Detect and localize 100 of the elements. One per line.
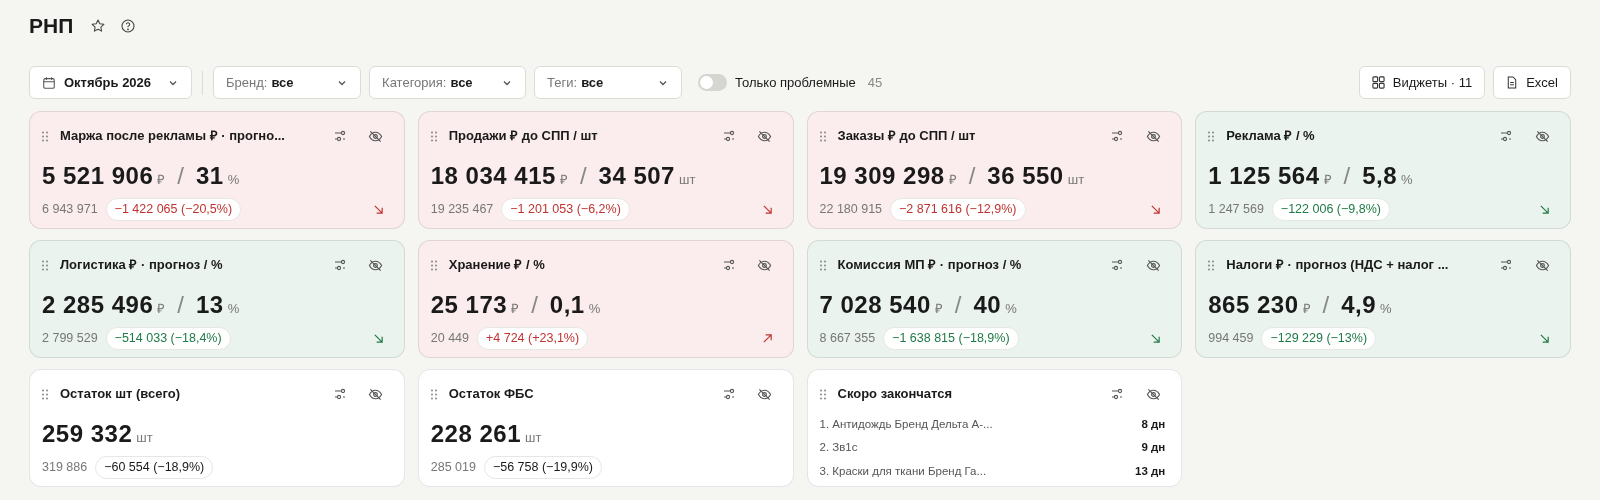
metric-unit: шт bbox=[525, 429, 542, 447]
widget-title: Остаток ФБС bbox=[448, 385, 535, 404]
hide-eye-icon[interactable] bbox=[1145, 128, 1162, 144]
settings-sliders-icon[interactable] bbox=[1498, 128, 1514, 144]
metric-unit: ₽ bbox=[559, 171, 568, 189]
days-left: 9 дн bbox=[1141, 440, 1166, 456]
days-left: 8 дн bbox=[1141, 417, 1166, 432]
help-icon[interactable] bbox=[119, 17, 138, 35]
drag-handle-icon[interactable] bbox=[1208, 259, 1215, 271]
separator-slash: / bbox=[954, 290, 962, 320]
hide-eye-icon[interactable] bbox=[367, 257, 384, 273]
filter-dropdown[interactable]: Категория: все bbox=[369, 66, 527, 99]
metric-unit: шт bbox=[1067, 171, 1085, 189]
widget-title: Остаток шт (всего) bbox=[60, 385, 181, 404]
metric-value: 1 125 564 bbox=[1208, 161, 1320, 191]
widget-title: Скоро закончатся bbox=[837, 385, 954, 404]
metric-unit: ₽ bbox=[934, 300, 943, 318]
hide-eye-icon[interactable] bbox=[756, 128, 773, 144]
hide-eye-icon[interactable] bbox=[756, 257, 773, 273]
metric-value: 19 309 298 bbox=[819, 161, 945, 191]
metric-value: 18 034 415 bbox=[430, 161, 556, 191]
metric-unit: % bbox=[227, 300, 240, 318]
metric-value: 25 173 bbox=[430, 290, 508, 320]
arrow-up-right-icon bbox=[761, 332, 773, 344]
drag-handle-icon[interactable] bbox=[430, 130, 437, 142]
metric-value: 31 bbox=[195, 161, 224, 191]
metric-value: 0,1 bbox=[549, 290, 585, 320]
drag-handle-icon[interactable] bbox=[42, 259, 48, 271]
metric-value: 5 521 906 bbox=[42, 161, 154, 191]
period-dropdown[interactable]: Октябрь 2026 bbox=[29, 66, 193, 99]
metric-value: 2 285 496 bbox=[42, 290, 154, 320]
widget-title: Реклама ₽ / % bbox=[1226, 127, 1316, 146]
metric-value: 7 028 540 bbox=[819, 290, 931, 320]
drag-handle-icon[interactable] bbox=[42, 130, 48, 142]
drag-handle-icon[interactable] bbox=[430, 388, 437, 400]
filter-dropdown[interactable]: Бренд: все bbox=[213, 66, 362, 99]
metric-unit: ₽ bbox=[157, 171, 166, 189]
drag-handle-icon[interactable] bbox=[430, 259, 437, 271]
arrow-down-right-icon bbox=[1150, 332, 1162, 344]
metric-value: 865 230 bbox=[1208, 290, 1299, 320]
drag-handle-icon[interactable] bbox=[819, 130, 826, 142]
hide-eye-icon[interactable] bbox=[1145, 257, 1162, 273]
previous-value: 6 943 971 bbox=[42, 201, 98, 218]
arrow-down-right-icon bbox=[1539, 203, 1550, 215]
previous-value: 22 180 915 bbox=[819, 201, 883, 218]
filter-dropdown[interactable]: Теги: все bbox=[534, 66, 683, 99]
drag-handle-icon[interactable] bbox=[819, 388, 826, 400]
delta-badge: −56 758 (−19,9%) bbox=[483, 456, 602, 479]
hide-eye-icon[interactable] bbox=[367, 128, 384, 144]
hide-eye-icon[interactable] bbox=[756, 386, 773, 402]
grid-icon bbox=[1371, 76, 1385, 89]
delta-badge: −1 201 053 (−6,2%) bbox=[501, 198, 630, 221]
document-icon bbox=[1506, 76, 1519, 89]
page-title: РНП bbox=[29, 13, 74, 40]
metric-unit: ₽ bbox=[1302, 300, 1311, 318]
delta-badge: −514 033 (−18,4%) bbox=[105, 327, 231, 350]
hide-eye-icon[interactable] bbox=[1534, 257, 1550, 273]
drag-handle-icon[interactable] bbox=[819, 259, 826, 271]
hide-eye-icon[interactable] bbox=[1145, 386, 1162, 402]
toggle-switch[interactable] bbox=[698, 74, 728, 91]
metric-unit: % bbox=[1401, 171, 1413, 189]
widget-title: Маржа после рекламы ₽ · прогно... bbox=[60, 127, 286, 146]
widget-title: Комиссия МП ₽ · прогноз / % bbox=[837, 256, 1023, 275]
widget-title: Хранение ₽ / % bbox=[448, 256, 546, 275]
hide-eye-icon[interactable] bbox=[1534, 128, 1550, 144]
product-name: 3. Краски для ткани Бренд Га... bbox=[819, 463, 987, 479]
previous-value: 19 235 467 bbox=[430, 201, 494, 218]
metric-unit: % bbox=[1005, 300, 1017, 318]
metric-value: 40 bbox=[973, 290, 1002, 320]
widget-title: Продажи ₽ до СПП / шт bbox=[448, 127, 599, 146]
previous-value: 8 667 355 bbox=[819, 330, 876, 347]
metric-value: 5,8 bbox=[1362, 161, 1398, 191]
drag-handle-icon[interactable] bbox=[42, 388, 48, 400]
separator-slash: / bbox=[531, 290, 538, 320]
settings-sliders-icon[interactable] bbox=[1498, 257, 1514, 273]
metric-value: 259 332 bbox=[42, 419, 133, 449]
metric-value: 13 bbox=[195, 290, 224, 320]
separator-slash: / bbox=[1343, 161, 1351, 191]
previous-value: 285 019 bbox=[430, 459, 476, 476]
separator-slash: / bbox=[968, 161, 976, 191]
drag-handle-icon[interactable] bbox=[1208, 130, 1215, 142]
metric-unit: % bbox=[588, 300, 601, 318]
arrow-down-right-icon bbox=[372, 203, 384, 215]
arrow-down-right-icon bbox=[1150, 203, 1162, 215]
widgets-button[interactable]: Виджеты · 11 bbox=[1358, 66, 1486, 99]
metric-unit: ₽ bbox=[1323, 171, 1332, 189]
separator-slash: / bbox=[177, 290, 184, 320]
metric-unit: % bbox=[1380, 300, 1392, 318]
hide-eye-icon[interactable] bbox=[367, 386, 384, 402]
problem-count: 45 bbox=[867, 73, 883, 92]
arrow-down-right-icon bbox=[761, 203, 773, 215]
days-left: 13 дн bbox=[1135, 463, 1166, 479]
delta-badge: −60 554 (−18,9%) bbox=[95, 456, 214, 479]
calendar-icon bbox=[42, 75, 56, 90]
arrow-down-right-icon bbox=[372, 332, 384, 344]
delta-badge: −1 638 815 (−18,9%) bbox=[883, 327, 1019, 350]
metric-unit: ₽ bbox=[157, 300, 166, 318]
metric-unit: % bbox=[227, 171, 240, 189]
excel-button[interactable]: Excel bbox=[1493, 66, 1571, 99]
previous-value: 20 449 bbox=[430, 330, 469, 347]
